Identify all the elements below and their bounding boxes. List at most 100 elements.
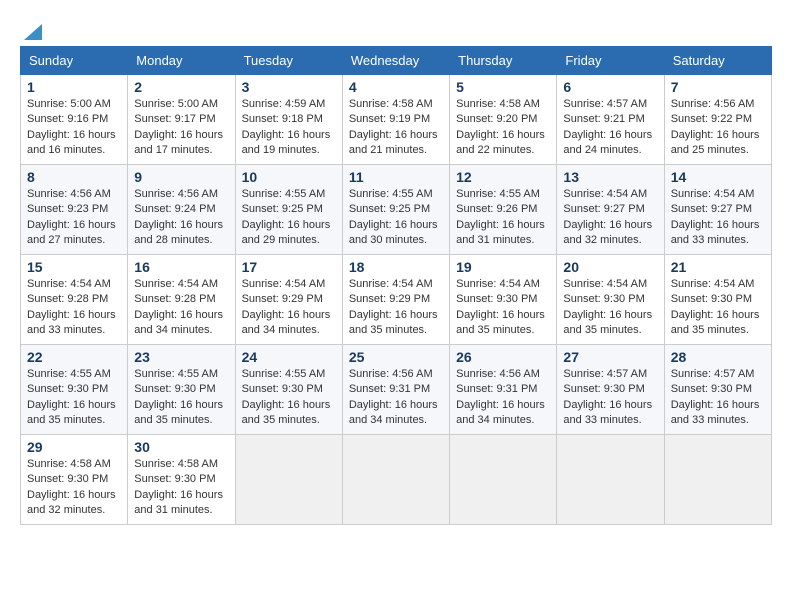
sunrise-label: Sunrise: 4:55 AM [242, 368, 326, 380]
sunrise-label: Sunrise: 4:58 AM [134, 458, 218, 470]
calendar-cell: 10 Sunrise: 4:55 AM Sunset: 9:25 PM Dayl… [235, 165, 342, 255]
sunset-label: Sunset: 9:26 PM [456, 203, 537, 215]
daylight-label: Daylight: 16 hours and 21 minutes. [349, 129, 438, 156]
calendar-cell: 20 Sunrise: 4:54 AM Sunset: 9:30 PM Dayl… [557, 255, 664, 345]
calendar-cell: 17 Sunrise: 4:54 AM Sunset: 9:29 PM Dayl… [235, 255, 342, 345]
day-info: Sunrise: 4:57 AM Sunset: 9:30 PM Dayligh… [671, 367, 765, 429]
calendar-cell: 24 Sunrise: 4:55 AM Sunset: 9:30 PM Dayl… [235, 345, 342, 435]
sunrise-label: Sunrise: 4:57 AM [671, 368, 755, 380]
daylight-label: Daylight: 16 hours and 35 minutes. [671, 309, 760, 336]
daylight-label: Daylight: 16 hours and 34 minutes. [134, 309, 223, 336]
sunrise-label: Sunrise: 4:54 AM [563, 278, 647, 290]
calendar-week-4: 22 Sunrise: 4:55 AM Sunset: 9:30 PM Dayl… [21, 345, 772, 435]
sunset-label: Sunset: 9:30 PM [27, 383, 108, 395]
calendar-header-saturday: Saturday [664, 47, 771, 75]
day-number: 15 [27, 259, 121, 275]
calendar-header-monday: Monday [128, 47, 235, 75]
sunset-label: Sunset: 9:30 PM [563, 383, 644, 395]
calendar-cell [664, 435, 771, 525]
logo [20, 20, 44, 38]
sunset-label: Sunset: 9:30 PM [563, 293, 644, 305]
day-info: Sunrise: 4:54 AM Sunset: 9:30 PM Dayligh… [563, 277, 657, 339]
calendar-cell: 7 Sunrise: 4:56 AM Sunset: 9:22 PM Dayli… [664, 75, 771, 165]
sunset-label: Sunset: 9:28 PM [27, 293, 108, 305]
daylight-label: Daylight: 16 hours and 35 minutes. [563, 309, 652, 336]
calendar-table: SundayMondayTuesdayWednesdayThursdayFrid… [20, 46, 772, 525]
day-number: 12 [456, 169, 550, 185]
sunset-label: Sunset: 9:31 PM [456, 383, 537, 395]
daylight-label: Daylight: 16 hours and 22 minutes. [456, 129, 545, 156]
day-number: 22 [27, 349, 121, 365]
sunrise-label: Sunrise: 4:56 AM [27, 188, 111, 200]
calendar-cell: 27 Sunrise: 4:57 AM Sunset: 9:30 PM Dayl… [557, 345, 664, 435]
sunset-label: Sunset: 9:28 PM [134, 293, 215, 305]
day-info: Sunrise: 4:54 AM Sunset: 9:29 PM Dayligh… [349, 277, 443, 339]
sunrise-label: Sunrise: 4:59 AM [242, 98, 326, 110]
day-info: Sunrise: 4:55 AM Sunset: 9:30 PM Dayligh… [134, 367, 228, 429]
day-info: Sunrise: 5:00 AM Sunset: 9:17 PM Dayligh… [134, 97, 228, 159]
day-info: Sunrise: 5:00 AM Sunset: 9:16 PM Dayligh… [27, 97, 121, 159]
calendar-cell: 2 Sunrise: 5:00 AM Sunset: 9:17 PM Dayli… [128, 75, 235, 165]
daylight-label: Daylight: 16 hours and 34 minutes. [242, 309, 331, 336]
sunset-label: Sunset: 9:23 PM [27, 203, 108, 215]
daylight-label: Daylight: 16 hours and 35 minutes. [349, 309, 438, 336]
day-info: Sunrise: 4:56 AM Sunset: 9:24 PM Dayligh… [134, 187, 228, 249]
day-number: 19 [456, 259, 550, 275]
day-info: Sunrise: 4:56 AM Sunset: 9:31 PM Dayligh… [456, 367, 550, 429]
daylight-label: Daylight: 16 hours and 35 minutes. [134, 399, 223, 426]
daylight-label: Daylight: 16 hours and 35 minutes. [27, 399, 116, 426]
calendar-cell [342, 435, 449, 525]
day-info: Sunrise: 4:58 AM Sunset: 9:30 PM Dayligh… [134, 457, 228, 519]
day-number: 16 [134, 259, 228, 275]
sunset-label: Sunset: 9:27 PM [563, 203, 644, 215]
daylight-label: Daylight: 16 hours and 35 minutes. [242, 399, 331, 426]
calendar-cell: 26 Sunrise: 4:56 AM Sunset: 9:31 PM Dayl… [450, 345, 557, 435]
day-info: Sunrise: 4:56 AM Sunset: 9:23 PM Dayligh… [27, 187, 121, 249]
sunrise-label: Sunrise: 4:54 AM [671, 278, 755, 290]
calendar-cell: 9 Sunrise: 4:56 AM Sunset: 9:24 PM Dayli… [128, 165, 235, 255]
sunrise-label: Sunrise: 4:54 AM [671, 188, 755, 200]
daylight-label: Daylight: 16 hours and 29 minutes. [242, 219, 331, 246]
calendar-cell: 14 Sunrise: 4:54 AM Sunset: 9:27 PM Dayl… [664, 165, 771, 255]
sunrise-label: Sunrise: 4:55 AM [134, 368, 218, 380]
day-info: Sunrise: 4:54 AM Sunset: 9:27 PM Dayligh… [563, 187, 657, 249]
day-number: 5 [456, 79, 550, 95]
sunrise-label: Sunrise: 4:55 AM [242, 188, 326, 200]
calendar-cell: 3 Sunrise: 4:59 AM Sunset: 9:18 PM Dayli… [235, 75, 342, 165]
page-header [20, 20, 772, 38]
sunset-label: Sunset: 9:24 PM [134, 203, 215, 215]
day-info: Sunrise: 4:58 AM Sunset: 9:30 PM Dayligh… [27, 457, 121, 519]
sunset-label: Sunset: 9:25 PM [349, 203, 430, 215]
daylight-label: Daylight: 16 hours and 33 minutes. [671, 219, 760, 246]
day-number: 18 [349, 259, 443, 275]
calendar-cell: 25 Sunrise: 4:56 AM Sunset: 9:31 PM Dayl… [342, 345, 449, 435]
day-info: Sunrise: 4:54 AM Sunset: 9:28 PM Dayligh… [134, 277, 228, 339]
daylight-label: Daylight: 16 hours and 19 minutes. [242, 129, 331, 156]
calendar-cell: 5 Sunrise: 4:58 AM Sunset: 9:20 PM Dayli… [450, 75, 557, 165]
sunrise-label: Sunrise: 4:55 AM [27, 368, 111, 380]
daylight-label: Daylight: 16 hours and 33 minutes. [671, 399, 760, 426]
day-info: Sunrise: 4:55 AM Sunset: 9:26 PM Dayligh… [456, 187, 550, 249]
sunrise-label: Sunrise: 4:56 AM [456, 368, 540, 380]
day-number: 11 [349, 169, 443, 185]
calendar-header-wednesday: Wednesday [342, 47, 449, 75]
calendar-cell: 1 Sunrise: 5:00 AM Sunset: 9:16 PM Dayli… [21, 75, 128, 165]
day-number: 1 [27, 79, 121, 95]
sunrise-label: Sunrise: 4:57 AM [563, 368, 647, 380]
day-info: Sunrise: 4:54 AM Sunset: 9:27 PM Dayligh… [671, 187, 765, 249]
daylight-label: Daylight: 16 hours and 30 minutes. [349, 219, 438, 246]
calendar-cell: 19 Sunrise: 4:54 AM Sunset: 9:30 PM Dayl… [450, 255, 557, 345]
sunrise-label: Sunrise: 5:00 AM [27, 98, 111, 110]
sunset-label: Sunset: 9:16 PM [27, 113, 108, 125]
day-number: 20 [563, 259, 657, 275]
daylight-label: Daylight: 16 hours and 33 minutes. [27, 309, 116, 336]
day-number: 23 [134, 349, 228, 365]
day-number: 4 [349, 79, 443, 95]
daylight-label: Daylight: 16 hours and 34 minutes. [456, 399, 545, 426]
calendar-cell: 28 Sunrise: 4:57 AM Sunset: 9:30 PM Dayl… [664, 345, 771, 435]
calendar-cell: 21 Sunrise: 4:54 AM Sunset: 9:30 PM Dayl… [664, 255, 771, 345]
day-number: 6 [563, 79, 657, 95]
calendar-cell: 8 Sunrise: 4:56 AM Sunset: 9:23 PM Dayli… [21, 165, 128, 255]
calendar-cell: 13 Sunrise: 4:54 AM Sunset: 9:27 PM Dayl… [557, 165, 664, 255]
calendar-cell [235, 435, 342, 525]
